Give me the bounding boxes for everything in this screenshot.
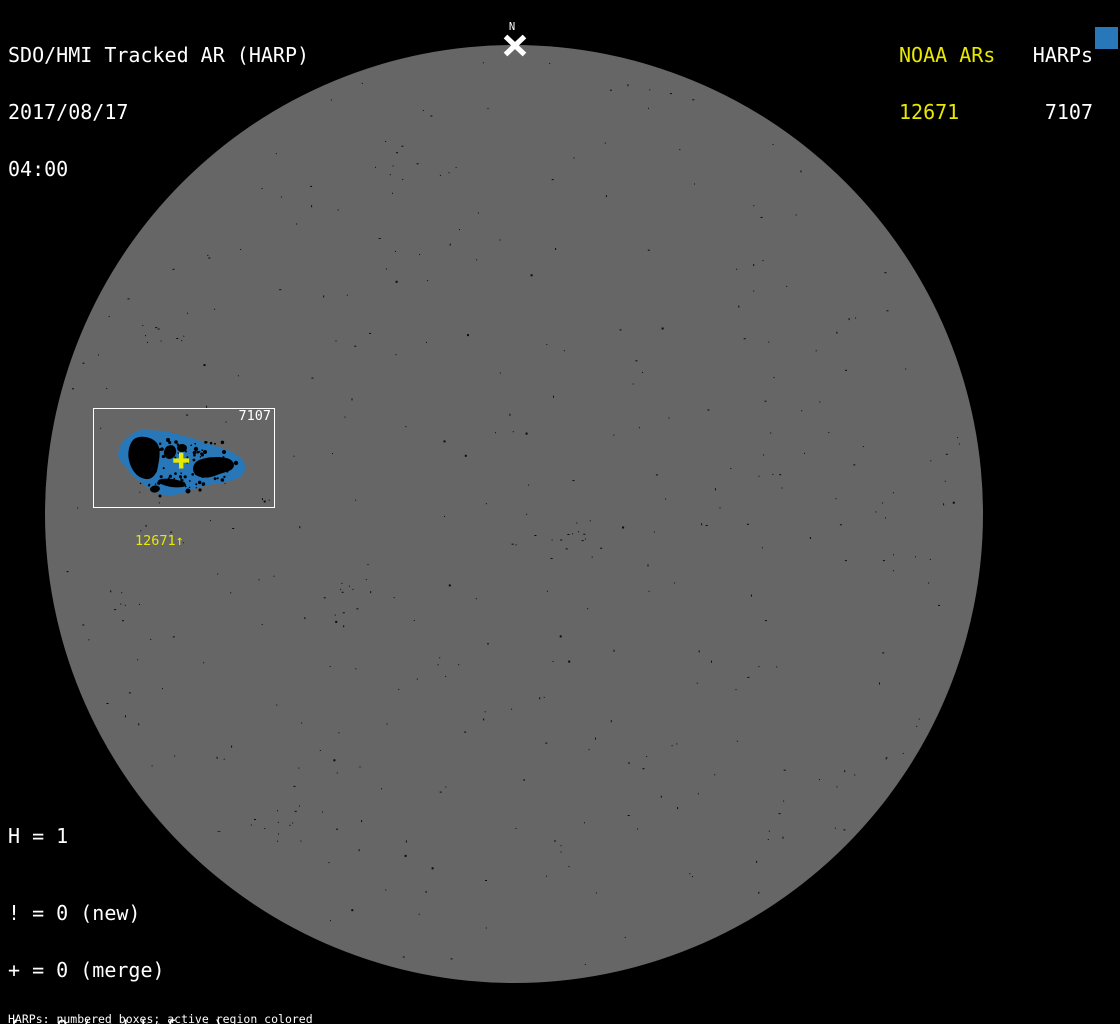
noaa-ar-number-label: 12671↑ — [135, 533, 184, 549]
noaa-ars-value: 12671 — [899, 100, 960, 124]
noaa-ars-heading: NOAA ARs — [899, 43, 996, 67]
footer-caption: HARPs: numbered boxes; active region col… — [8, 988, 410, 1024]
harps-counter: HARPs 7107 — [1032, 8, 1093, 160]
time-label: 04:00 — [8, 157, 69, 181]
harp-full-disk-visualization: SDO/HMI Tracked AR (HARP) 2017/08/17 04:… — [0, 0, 1120, 1024]
legend-item-new: ! = 0 (new) — [8, 900, 141, 925]
noaa-counter: NOAA ARs 12671 — [899, 8, 995, 160]
harps-heading: HARPs — [1032, 43, 1093, 67]
harps-value: 7107 — [1044, 100, 1093, 124]
legend-item-merge: + = 0 (merge) — [8, 958, 165, 983]
harp-number-label: 7107 — [238, 408, 271, 424]
north-label: N — [508, 21, 516, 33]
date-label: 2017/08/17 — [8, 100, 129, 124]
page-title: SDO/HMI Tracked AR (HARP) — [8, 43, 310, 67]
footer-line-harps: HARPs: numbered boxes; active region col… — [8, 1012, 313, 1024]
legend-h-count: H = 1 — [8, 824, 69, 848]
header: SDO/HMI Tracked AR (HARP) 2017/08/17 04:… — [8, 8, 309, 217]
harp-tracking-box: 7107 — [93, 408, 275, 508]
harps-color-swatch-icon — [1095, 27, 1118, 49]
